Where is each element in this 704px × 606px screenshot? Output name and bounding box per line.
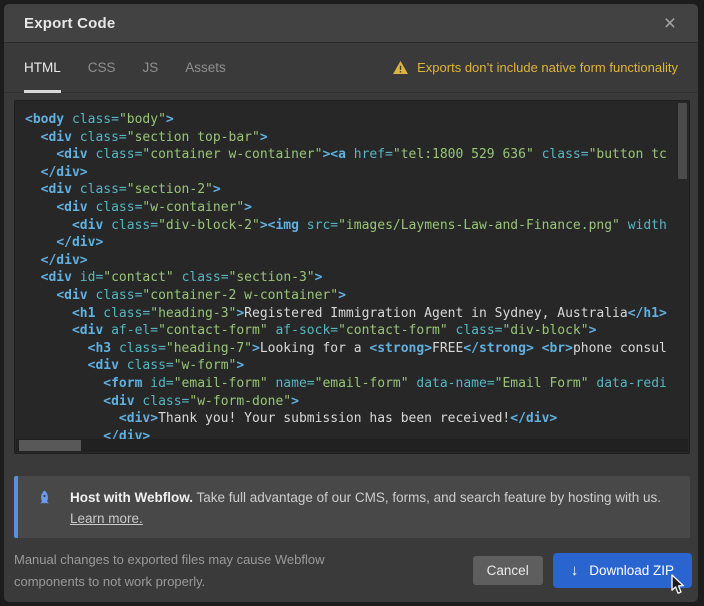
code-line: <div class="container-2 w-container"> <box>25 287 689 305</box>
tab-assets[interactable]: Assets <box>185 43 226 92</box>
code-line: <div class="div-block-2"><img src="image… <box>25 217 689 235</box>
dialog-header: Export Code × <box>4 4 698 43</box>
footer-actions: Cancel ↓ Download ZIP <box>473 553 692 588</box>
cancel-button[interactable]: Cancel <box>473 556 543 585</box>
horizontal-scrollbar-track[interactable] <box>16 439 688 452</box>
code-line: </div> <box>25 164 689 182</box>
code-line: </div> <box>25 234 689 252</box>
code-line: <div>Thank you! Your submission has been… <box>25 410 689 428</box>
download-arrow-icon: ↓ <box>571 563 579 578</box>
warning-text: Exports don’t include native form functi… <box>417 60 678 75</box>
horizontal-scrollbar-thumb[interactable] <box>19 440 81 451</box>
host-banner-body: Take full advantage of our CMS, forms, a… <box>193 490 661 505</box>
rocket-icon <box>36 490 53 507</box>
form-warning: Exports don’t include native form functi… <box>393 60 678 75</box>
code-line: <h1 class="heading-3">Registered Immigra… <box>25 305 689 323</box>
code-line: <form id="email-form" name="email-form" … <box>25 375 689 393</box>
tab-css[interactable]: CSS <box>88 43 116 92</box>
code-line: <div class="w-form"> <box>25 357 689 375</box>
code-preview: <body class="body"> <div class="section … <box>14 100 690 454</box>
code-line: <body class="body"> <box>25 111 689 129</box>
footer-disclaimer-line2: components to not work properly. <box>14 571 324 593</box>
code-line: </div> <box>25 252 689 270</box>
host-banner-bold: Host with Webflow. <box>70 490 193 505</box>
tab-js[interactable]: JS <box>143 43 159 92</box>
host-with-webflow-banner: Host with Webflow. Take full advantage o… <box>14 476 690 538</box>
close-icon[interactable]: × <box>662 13 678 34</box>
download-zip-button[interactable]: ↓ Download ZIP <box>553 553 692 588</box>
footer-disclaimer: Manual changes to exported files may cau… <box>14 549 324 592</box>
code-line: <div class="w-form-done"> <box>25 393 689 411</box>
export-code-modal-screen: { "window": { "title": "Export Code", "c… <box>0 0 704 606</box>
host-banner-text: Host with Webflow. Take full advantage o… <box>70 487 661 538</box>
tab-bar: HTML CSS JS Assets Exports don’t include… <box>4 43 698 93</box>
code-line: <div class="container w-container"><a hr… <box>25 146 689 164</box>
dialog-title: Export Code <box>24 15 115 32</box>
warning-icon <box>393 61 408 74</box>
code-line: <div id="contact" class="section-3"> <box>25 269 689 287</box>
code-line: <div class="section top-bar"> <box>25 129 689 147</box>
vertical-scrollbar-thumb[interactable] <box>678 103 687 179</box>
code-line: <div class="section-2"> <box>25 181 689 199</box>
code-line: <h3 class="heading-7">Looking for a <str… <box>25 340 689 358</box>
code-line: <div af-el="contact-form" af-sock="conta… <box>25 322 689 340</box>
learn-more-link[interactable]: Learn more. <box>70 508 143 529</box>
code-line: <div class="w-container"> <box>25 199 689 217</box>
tab-html[interactable]: HTML <box>24 43 61 92</box>
footer-disclaimer-line1: Manual changes to exported files may cau… <box>14 549 324 571</box>
code-content[interactable]: <body class="body"> <div class="section … <box>15 101 689 453</box>
export-code-dialog: Export Code × HTML CSS JS Assets Exports… <box>4 4 698 602</box>
download-zip-label: Download ZIP <box>589 563 674 578</box>
